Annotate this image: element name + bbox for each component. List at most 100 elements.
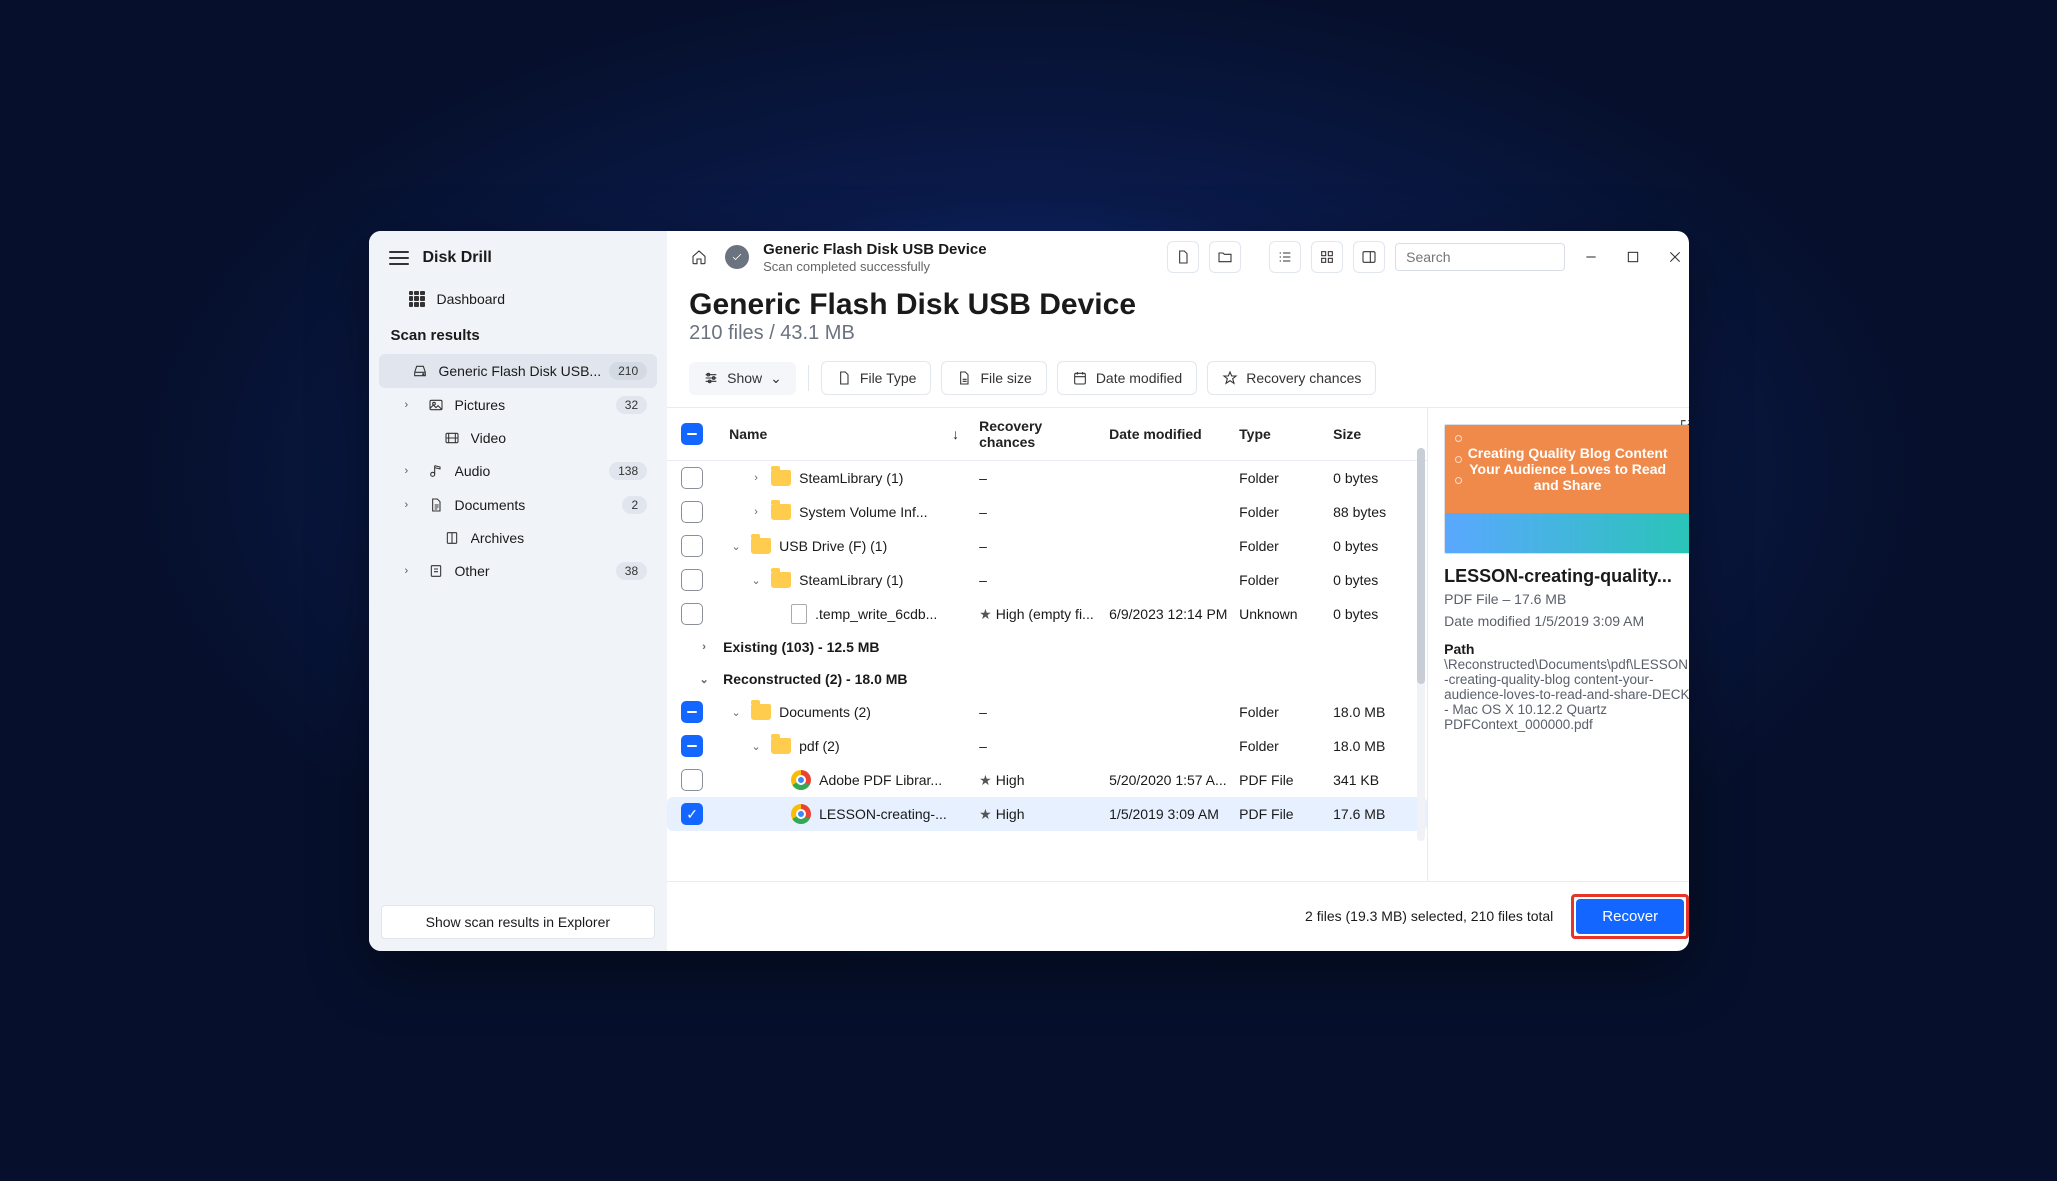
footer: 2 files (19.3 MB) selected, 210 files to… <box>667 881 1688 951</box>
row-checkbox[interactable] <box>681 569 703 591</box>
scrollbar[interactable] <box>1417 448 1425 840</box>
table-row[interactable]: ⌄ USB Drive (F) (1) – Folder 0 bytes <box>667 529 1427 563</box>
filter-show[interactable]: Show ⌄ <box>689 362 796 395</box>
file-name: SteamLibrary (1) <box>799 572 903 588</box>
page-summary: 210 files / 43.1 MB <box>689 322 1685 345</box>
col-type[interactable]: Type <box>1239 426 1323 442</box>
row-checkbox[interactable] <box>681 535 703 557</box>
file-icon <box>791 604 807 624</box>
expand-icon[interactable]: ⌄ <box>749 740 763 753</box>
cell-date: 6/9/2023 12:14 PM <box>1109 606 1229 622</box>
row-checkbox[interactable] <box>681 735 703 757</box>
close-button[interactable] <box>1659 241 1688 273</box>
recover-button[interactable]: Recover <box>1576 899 1684 934</box>
file-preview: Creating Quality Blog Content Your Audie… <box>1444 424 1688 554</box>
row-checkbox[interactable]: ✓ <box>681 803 703 825</box>
cell-size: 0 bytes <box>1333 606 1413 622</box>
chevron-down-icon: ⌄ <box>770 370 782 387</box>
menu-icon[interactable] <box>389 251 409 265</box>
expand-icon[interactable]: › <box>749 506 763 518</box>
folder-icon <box>771 572 791 588</box>
folder-icon <box>751 538 771 554</box>
grid-view-icon[interactable] <box>1311 241 1343 273</box>
page-title: Generic Flash Disk USB Device <box>689 288 1685 322</box>
col-recovery[interactable]: Recovery chances <box>979 418 1099 450</box>
table-row[interactable]: ⌄ pdf (2) – Folder 18.0 MB <box>667 729 1427 763</box>
folder-view-icon[interactable] <box>1209 241 1241 273</box>
sidebar-tree: Generic Flash Disk USB... 210› Pictures … <box>369 354 668 598</box>
expand-icon[interactable]: › <box>749 472 763 484</box>
row-checkbox[interactable] <box>681 603 703 625</box>
row-checkbox[interactable] <box>681 501 703 523</box>
cell-type: PDF File <box>1239 806 1323 822</box>
audio-icon <box>425 463 447 479</box>
table-row[interactable]: ⌄ SteamLibrary (1) – Folder 0 bytes <box>667 563 1427 597</box>
sidebar-item[interactable]: Archives <box>379 522 658 554</box>
group-existing[interactable]: › Existing (103) - 12.5 MB <box>667 631 1427 663</box>
app-window: Disk Drill Dashboard Scan results Generi… <box>369 231 1689 951</box>
sidebar-item-label: Generic Flash Disk USB... <box>439 363 602 379</box>
maximize-button[interactable] <box>1617 241 1649 273</box>
table-row[interactable]: ⌄ Documents (2) – Folder 18.0 MB <box>667 695 1427 729</box>
list-view-icon[interactable] <box>1269 241 1301 273</box>
cell-type: Folder <box>1239 704 1323 720</box>
sidebar-dashboard[interactable]: Dashboard <box>369 281 668 317</box>
row-checkbox[interactable] <box>681 769 703 791</box>
table-row[interactable]: .temp_write_6cdb... ★High (empty fi... 6… <box>667 597 1427 631</box>
breadcrumb-title: Generic Flash Disk USB Device <box>763 241 986 259</box>
cell-type: PDF File <box>1239 772 1323 788</box>
filter-recovery-chances[interactable]: Recovery chances <box>1207 361 1376 395</box>
col-size[interactable]: Size <box>1333 426 1413 442</box>
detail-filename: LESSON-creating-quality... <box>1444 566 1688 587</box>
chevron-icon: › <box>405 499 417 511</box>
count-badge: 2 <box>622 496 647 514</box>
table-row[interactable]: › System Volume Inf... – Folder 88 bytes <box>667 495 1427 529</box>
filter-file-size[interactable]: File size <box>941 361 1046 395</box>
sidebar-item-label: Pictures <box>455 397 608 413</box>
expand-icon[interactable]: ⌄ <box>729 540 743 553</box>
minimize-button[interactable] <box>1575 241 1607 273</box>
sort-arrow-icon[interactable]: ↓ <box>952 426 959 442</box>
search-field[interactable] <box>1404 248 1589 266</box>
file-name: System Volume Inf... <box>799 504 927 520</box>
cell-recovery: – <box>979 538 1099 554</box>
expand-icon[interactable]: ⌄ <box>749 574 763 587</box>
sidebar: Disk Drill Dashboard Scan results Generi… <box>369 231 668 951</box>
drive-icon <box>409 363 431 379</box>
sidebar-item[interactable]: › Audio 138 <box>379 454 658 488</box>
chrome-icon <box>791 770 811 790</box>
col-date[interactable]: Date modified <box>1109 426 1229 442</box>
sidebar-item[interactable]: › Other 38 <box>379 554 658 588</box>
sidebar-item[interactable]: › Documents 2 <box>379 488 658 522</box>
cell-date: 5/20/2020 1:57 A... <box>1109 772 1229 788</box>
file-view-icon[interactable] <box>1167 241 1199 273</box>
filter-file-type[interactable]: File Type <box>821 361 932 395</box>
group-reconstructed[interactable]: ⌄ Reconstructed (2) - 18.0 MB <box>667 663 1427 695</box>
chevron-down-icon: ⌄ <box>697 673 711 686</box>
select-all-checkbox[interactable] <box>681 423 703 445</box>
file-name: USB Drive (F) (1) <box>779 538 887 554</box>
panel-view-icon[interactable] <box>1353 241 1385 273</box>
home-icon[interactable] <box>683 241 715 273</box>
table-row[interactable]: Adobe PDF Librar... ★High 5/20/2020 1:57… <box>667 763 1427 797</box>
sidebar-item[interactable]: Video <box>379 422 658 454</box>
show-in-explorer-button[interactable]: Show scan results in Explorer <box>381 905 656 939</box>
cell-size: 341 KB <box>1333 772 1413 788</box>
file-size-icon <box>956 370 972 386</box>
table-row[interactable]: ✓ LESSON-creating-... ★High 1/5/2019 3:0… <box>667 797 1427 831</box>
expand-icon[interactable]: ⌄ <box>729 706 743 719</box>
row-checkbox[interactable] <box>681 467 703 489</box>
table-row[interactable]: › SteamLibrary (1) – Folder 0 bytes <box>667 461 1427 495</box>
chrome-icon <box>791 804 811 824</box>
chevron-icon: › <box>405 465 417 477</box>
star-icon: ★ <box>979 772 992 788</box>
col-name[interactable]: Name <box>729 426 767 442</box>
grid-icon <box>409 291 425 307</box>
filter-bar: Show ⌄ File Type File size Date modified… <box>667 355 1688 407</box>
search-input[interactable] <box>1395 243 1565 271</box>
filter-date-modified[interactable]: Date modified <box>1057 361 1197 395</box>
sidebar-item[interactable]: › Pictures 32 <box>379 388 658 422</box>
other-icon <box>425 563 447 579</box>
sidebar-item[interactable]: Generic Flash Disk USB... 210 <box>379 354 658 388</box>
row-checkbox[interactable] <box>681 701 703 723</box>
